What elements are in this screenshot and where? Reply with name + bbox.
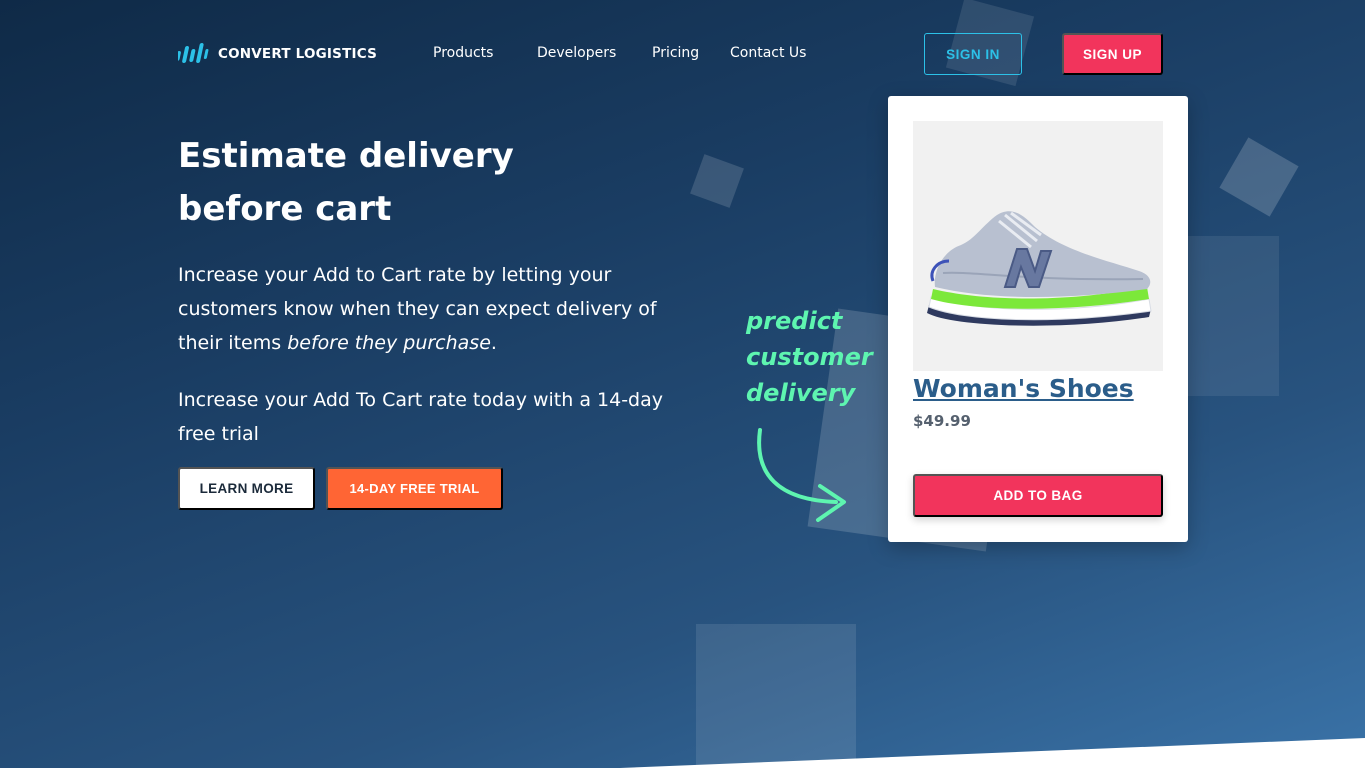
nav-link-pricing[interactable]: Pricing bbox=[652, 45, 699, 61]
free-trial-button[interactable]: 14-DAY FREE TRIAL bbox=[326, 467, 503, 510]
hero-title: Estimate delivery before cart bbox=[178, 136, 514, 229]
hero-description-end: . bbox=[490, 332, 497, 354]
predict-delivery-annotation: predict customer delivery bbox=[746, 303, 876, 411]
hero-trial-text: Increase your Add To Cart rate today wit… bbox=[178, 389, 663, 445]
running-shoe-icon bbox=[927, 211, 1152, 326]
decorative-rectangle bbox=[696, 624, 856, 768]
nav-link-developers[interactable]: Developers bbox=[537, 45, 616, 61]
sign-in-button[interactable]: SIGN IN bbox=[924, 33, 1022, 75]
product-card: Woman's Shoes $49.99 ADD TO BAG bbox=[888, 96, 1188, 542]
product-image[interactable] bbox=[913, 121, 1163, 371]
decorative-square bbox=[1219, 137, 1299, 217]
top-navigation: CONVERT LOGISTICS Products Developers Pr… bbox=[0, 0, 1365, 108]
nav-link-contact[interactable]: Contact Us bbox=[730, 45, 806, 61]
decorative-square bbox=[690, 154, 744, 208]
annotation-line: delivery bbox=[746, 379, 856, 407]
product-price: $49.99 bbox=[913, 412, 971, 430]
annotation-line: customer bbox=[746, 343, 873, 371]
product-title-link[interactable]: Woman's Shoes bbox=[913, 374, 1134, 403]
hero-description: Increase your Add to Cart rate by lettin… bbox=[178, 258, 678, 360]
sign-up-button[interactable]: SIGN UP bbox=[1062, 33, 1163, 75]
brand-logo[interactable]: CONVERT LOGISTICS bbox=[178, 43, 377, 65]
nav-link-products[interactable]: Products bbox=[433, 45, 493, 61]
learn-more-button[interactable]: LEARN MORE bbox=[178, 467, 315, 510]
curved-arrow-icon bbox=[757, 428, 846, 522]
annotation-line: predict bbox=[746, 307, 843, 335]
add-to-bag-button[interactable]: ADD TO BAG bbox=[913, 474, 1163, 517]
brand-name: CONVERT LOGISTICS bbox=[218, 46, 377, 62]
hero-description-emphasis: before they purchase bbox=[287, 332, 491, 354]
sound-bars-logo-icon bbox=[178, 43, 209, 63]
